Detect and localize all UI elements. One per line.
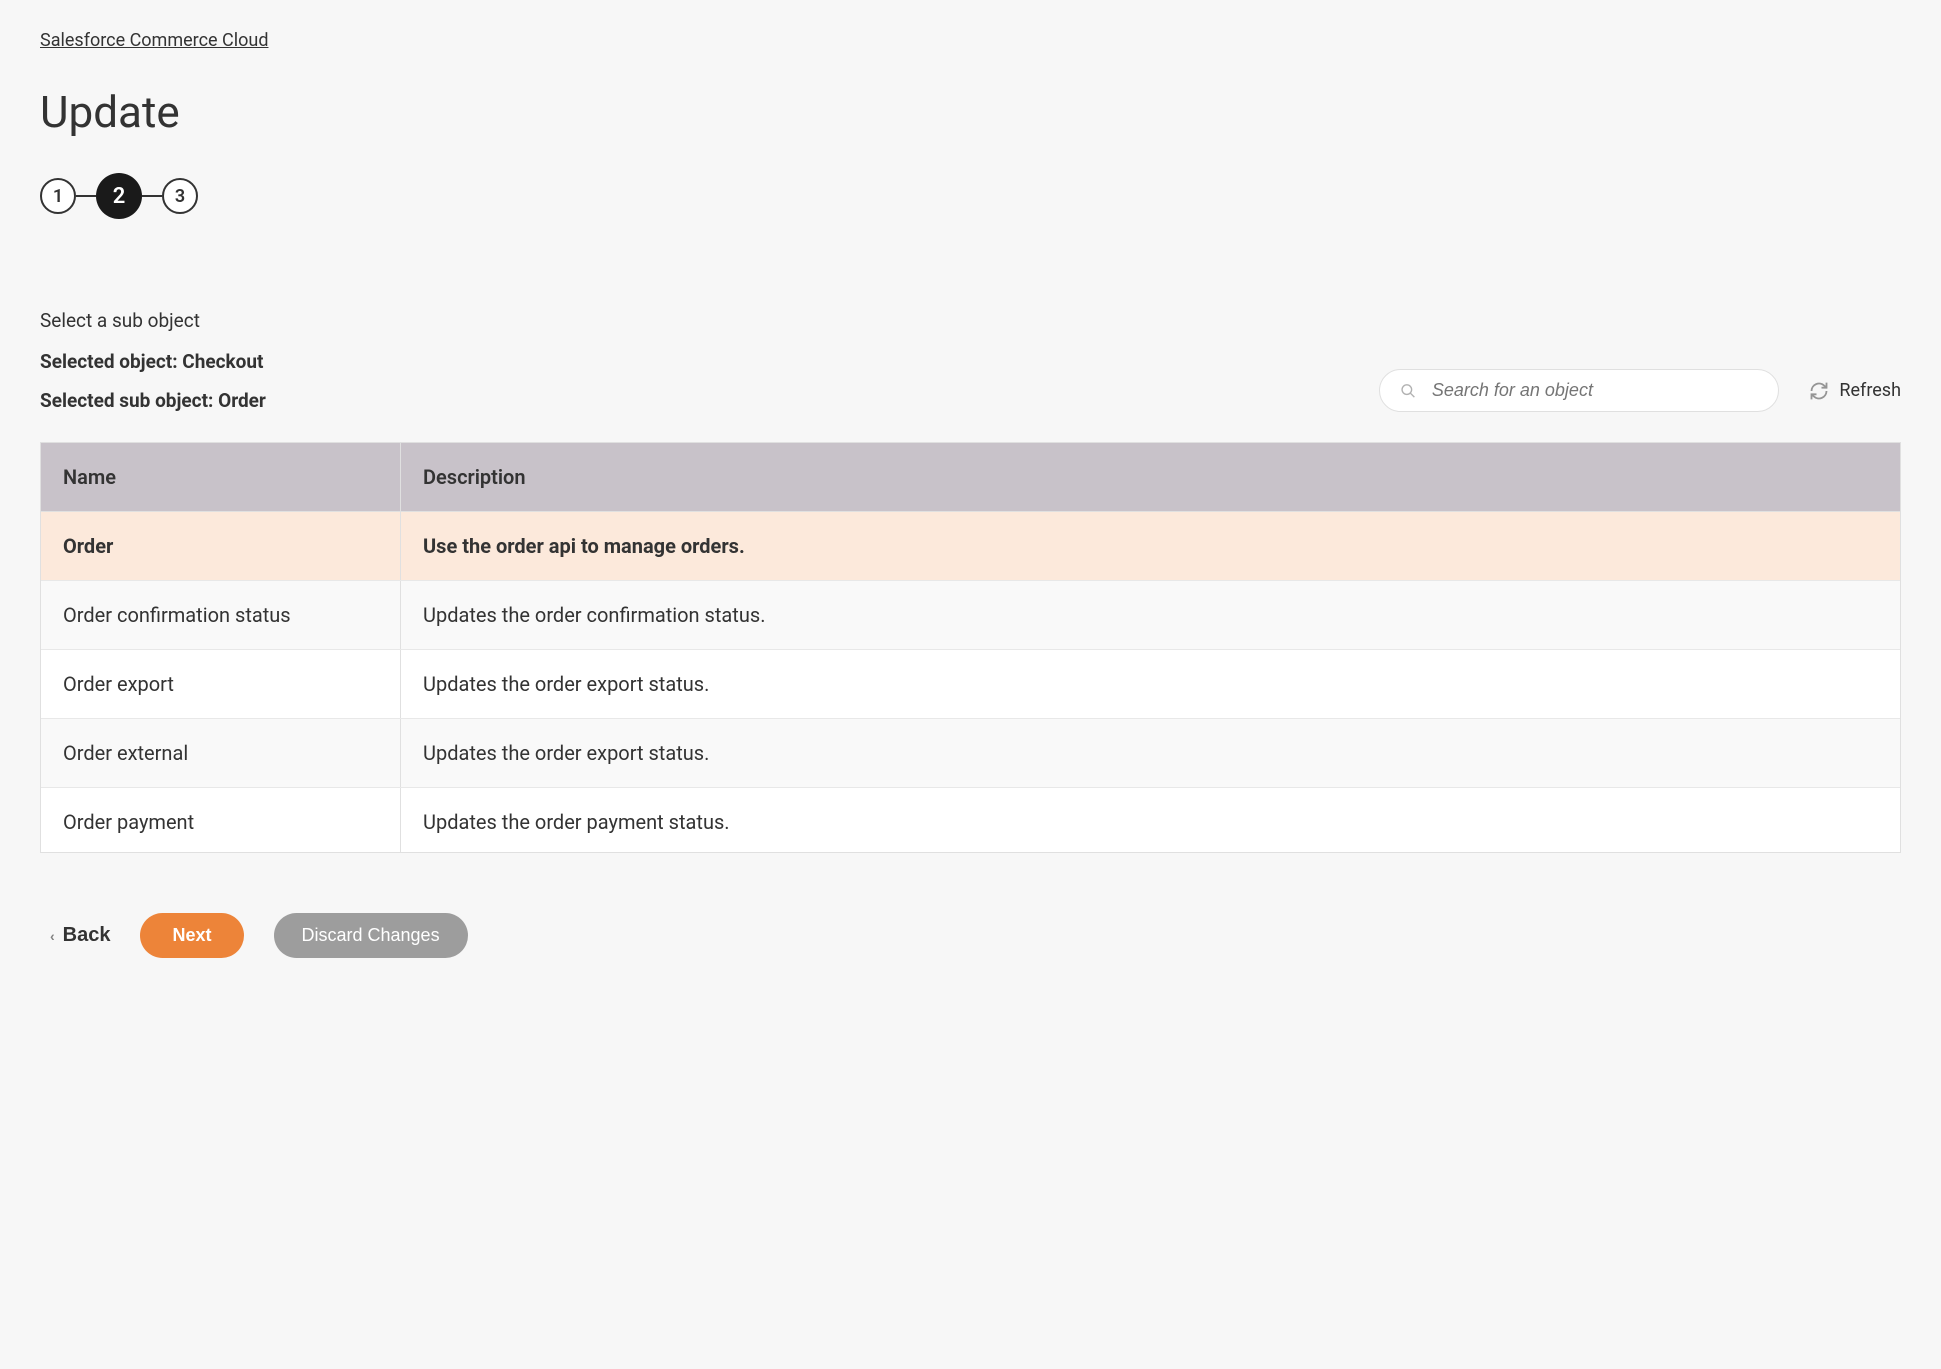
object-table: Name Description OrderUse the order api …	[40, 442, 1901, 853]
chevron-left-icon: ‹	[50, 928, 55, 944]
search-container[interactable]	[1379, 369, 1779, 412]
table-body[interactable]: OrderUse the order api to manage orders.…	[41, 512, 1900, 852]
table-header: Name Description	[41, 443, 1900, 512]
toolbar-row: Select a sub object Selected object: Che…	[40, 309, 1901, 412]
row-description: Updates the order payment status.	[401, 788, 1900, 852]
toolbar-left: Select a sub object Selected object: Che…	[40, 309, 266, 412]
table-row[interactable]: Order confirmation statusUpdates the ord…	[41, 581, 1900, 650]
page-title: Update	[40, 86, 1901, 138]
refresh-icon	[1809, 381, 1829, 401]
back-button[interactable]: ‹ Back	[50, 924, 110, 947]
refresh-button[interactable]: Refresh	[1809, 380, 1901, 401]
column-header-name: Name	[41, 443, 401, 511]
row-name: Order payment	[41, 788, 401, 852]
step-1[interactable]: 1	[40, 178, 76, 214]
selected-sub-object-text: Selected sub object: Order	[40, 389, 266, 412]
selected-object-text: Selected object: Checkout	[40, 350, 266, 373]
row-name: Order	[41, 512, 401, 580]
table-row[interactable]: Order paymentUpdates the order payment s…	[41, 788, 1900, 852]
table-row[interactable]: Order exportUpdates the order export sta…	[41, 650, 1900, 719]
search-input[interactable]	[1432, 380, 1759, 401]
back-label: Back	[63, 924, 111, 947]
toolbar-right: Refresh	[1379, 369, 1901, 412]
step-2[interactable]: 2	[96, 173, 142, 219]
row-description: Updates the order confirmation status.	[401, 581, 1900, 649]
table-row[interactable]: Order externalUpdates the order export s…	[41, 719, 1900, 788]
discard-button[interactable]: Discard Changes	[274, 913, 468, 958]
refresh-label: Refresh	[1839, 380, 1901, 401]
row-description: Use the order api to manage orders.	[401, 512, 1900, 580]
next-button[interactable]: Next	[140, 913, 243, 958]
row-name: Order external	[41, 719, 401, 787]
search-icon	[1400, 382, 1416, 400]
row-name: Order export	[41, 650, 401, 718]
stepper: 1 2 3	[40, 173, 1901, 219]
table-row[interactable]: OrderUse the order api to manage orders.	[41, 512, 1900, 581]
column-header-description: Description	[401, 443, 1900, 511]
step-3[interactable]: 3	[162, 178, 198, 214]
row-description: Updates the order export status.	[401, 650, 1900, 718]
step-connector	[76, 195, 96, 197]
step-connector	[142, 195, 162, 197]
instruction-text: Select a sub object	[40, 309, 266, 332]
row-description: Updates the order export status.	[401, 719, 1900, 787]
row-name: Order confirmation status	[41, 581, 401, 649]
breadcrumb-link[interactable]: Salesforce Commerce Cloud	[40, 30, 268, 51]
footer: ‹ Back Next Discard Changes	[40, 913, 1901, 958]
